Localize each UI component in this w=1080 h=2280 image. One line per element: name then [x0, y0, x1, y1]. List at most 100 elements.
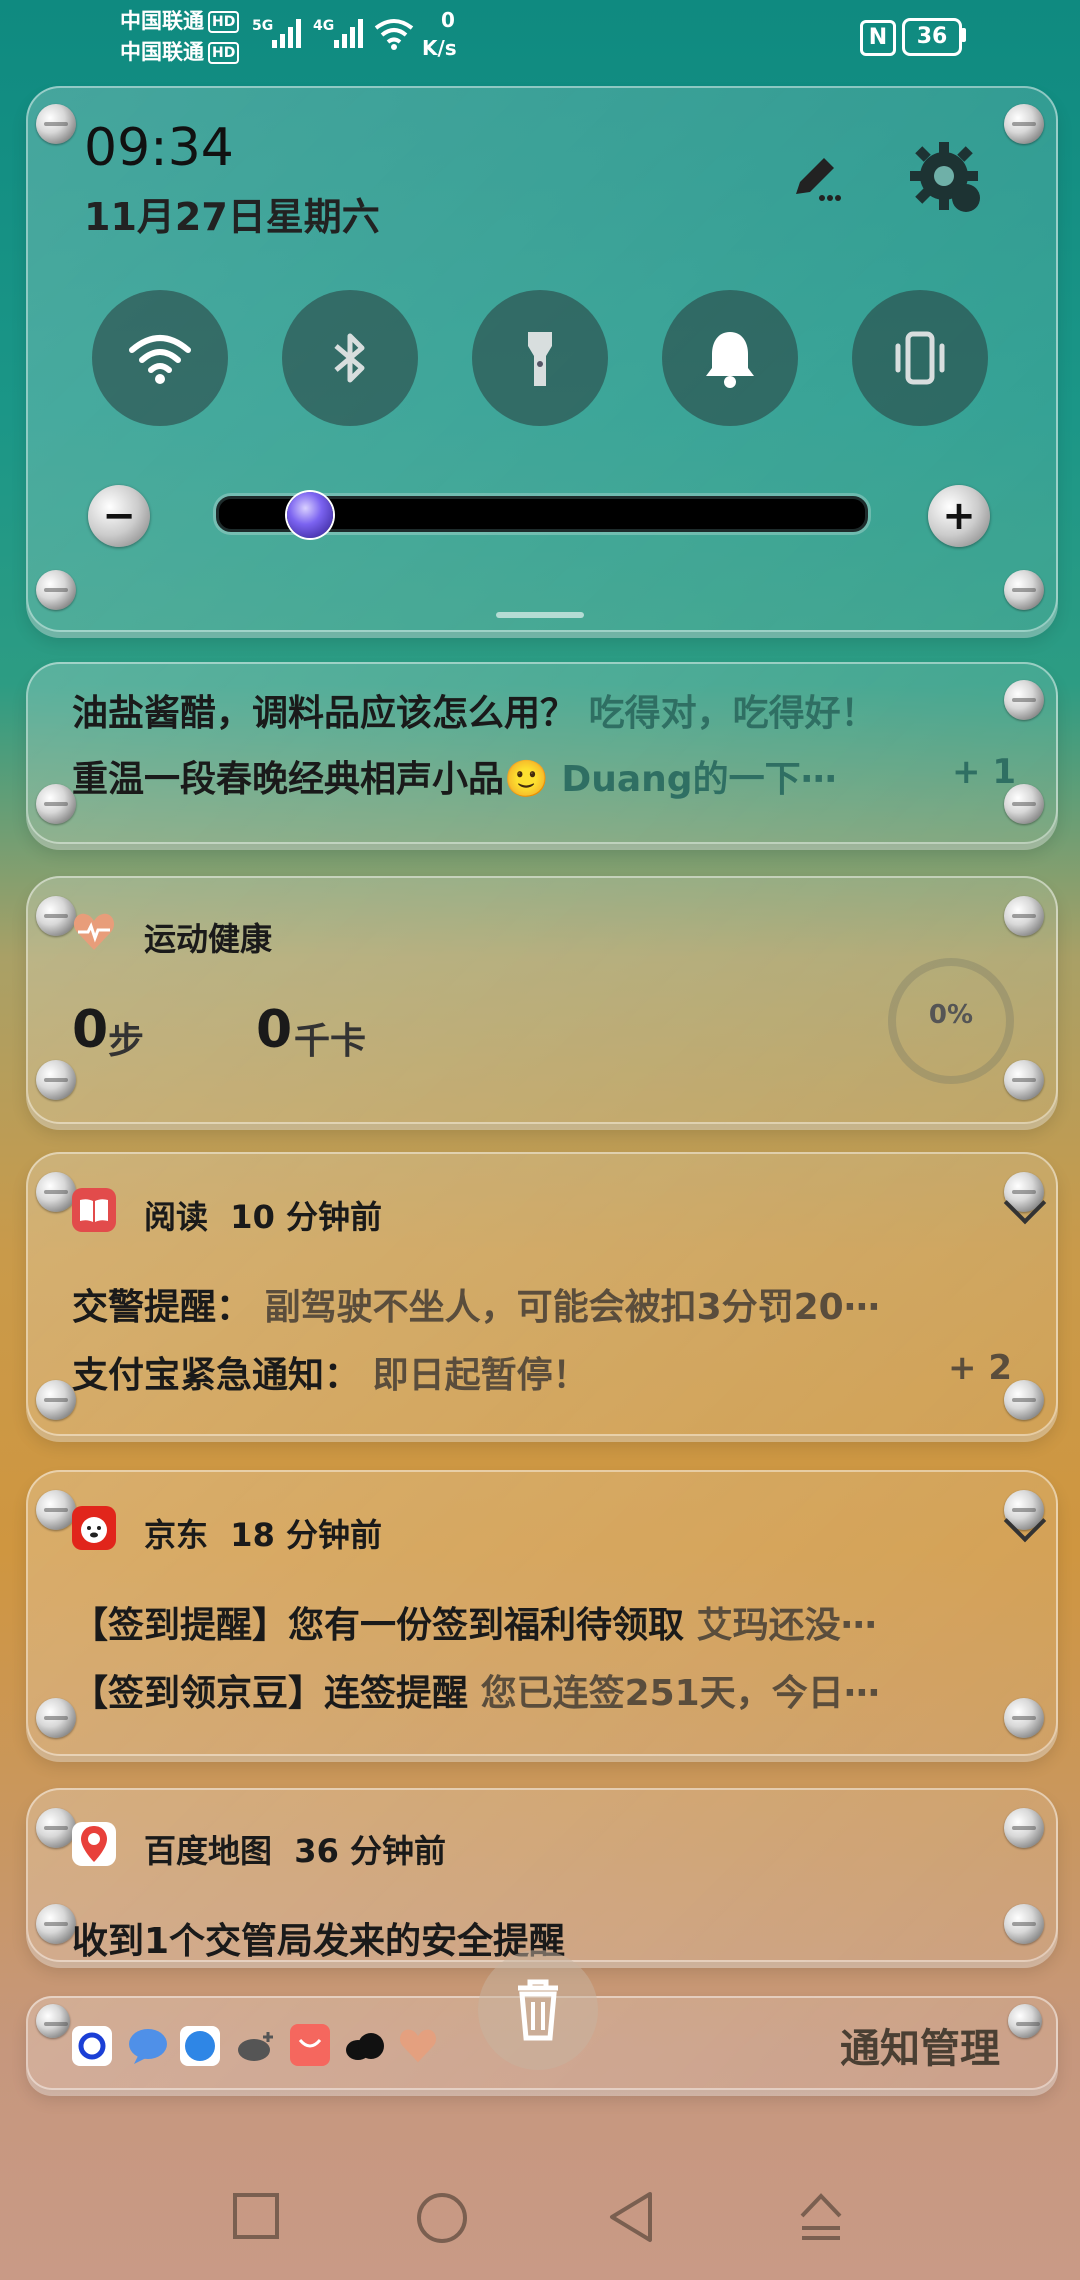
- signal-icon-2: [334, 19, 363, 48]
- steps-value: 0: [72, 1000, 109, 1060]
- book-icon: [80, 1199, 108, 1222]
- map-app-name: 百度地图 36 分钟前: [144, 1826, 446, 1872]
- battery-tip: [961, 28, 966, 42]
- qq-browser-icon[interactable]: [72, 2026, 112, 2066]
- battery-level: 36: [916, 24, 948, 49]
- news-line-1: 油盐酱醋，调料品应该怎么用？ 吃得对，吃得好！: [72, 684, 1032, 736]
- kcal-unit: 千卡: [294, 1021, 367, 1062]
- read-line-2-text: 即日起暂停！: [372, 1355, 589, 1396]
- brightness-increase-button[interactable]: +: [928, 485, 990, 547]
- wifi-status-icon: [374, 19, 414, 50]
- screw-icon: [36, 784, 76, 824]
- home-circle-icon[interactable]: [416, 2192, 468, 2244]
- trash-icon: [518, 1979, 558, 2041]
- screw-icon: [1004, 1808, 1044, 1848]
- screw-icon: [36, 1172, 76, 1212]
- upload-arrow-icon[interactable]: [796, 2190, 846, 2242]
- nfc-icon: N: [860, 20, 896, 56]
- screw-icon: [1004, 104, 1044, 144]
- message-icon[interactable]: [126, 2026, 170, 2066]
- edit-pencil-icon[interactable]: [788, 150, 844, 206]
- jd-line-2: 【签到领京豆】连签提醒 您已连签251天，今日⋯: [72, 1664, 1012, 1716]
- news-line-2-title: 重温一段春晚经典相声小品🙂: [72, 759, 549, 800]
- signal-icon-1: [272, 19, 301, 48]
- battery-icon: 36: [902, 18, 962, 56]
- clock-time: 09:34: [84, 118, 234, 178]
- clock-date: 11月27日星期六: [84, 195, 380, 239]
- brightness-slider-knob[interactable]: [287, 492, 333, 538]
- screw-icon: [36, 2004, 70, 2038]
- screw-icon: [36, 570, 76, 610]
- notification-manage-button[interactable]: 通知管理: [840, 2016, 1000, 2074]
- flashlight-toggle[interactable]: [472, 290, 608, 426]
- bluetooth-icon: [334, 333, 365, 383]
- map-pin-icon: [81, 1826, 107, 1862]
- read-app-name: 阅读 10 分钟前: [144, 1192, 382, 1238]
- clear-all-button[interactable]: [478, 1950, 598, 2070]
- status-bar: 中国联通 HD 中国联通 HD 5G 4G 0 K/s N 36: [0, 0, 1080, 80]
- screw-icon: [1004, 1904, 1044, 1944]
- bluetooth-toggle[interactable]: [282, 290, 418, 426]
- news-line-1-extra: 吃得对，吃得好！: [588, 693, 877, 734]
- carrier-block: 中国联通 HD 中国联通 HD: [120, 6, 240, 68]
- kcal-value: 0: [256, 1000, 293, 1060]
- shopping-bag-icon[interactable]: [290, 2024, 330, 2066]
- recents-square-icon[interactable]: [232, 2192, 280, 2240]
- jd-app-label: 京东: [144, 1516, 209, 1554]
- carrier-2: 中国联通: [120, 40, 204, 64]
- news-line-2-extra: Duang的一下⋯: [561, 759, 837, 800]
- panel-drag-handle[interactable]: [496, 612, 584, 618]
- cloud-dark-icon[interactable]: [344, 2030, 386, 2062]
- ringer-toggle[interactable]: [662, 290, 798, 426]
- map-app-label: 百度地图: [144, 1832, 273, 1870]
- compass-icon[interactable]: [180, 2026, 220, 2066]
- read-count: + 2: [948, 1348, 1012, 1388]
- jd-line-1: 【签到提醒】您有一份签到福利待领取 艾玛还没⋯: [72, 1596, 1012, 1648]
- progress-percent: 0%: [928, 1000, 974, 1030]
- news-line-2: 重温一段春晚经典相声小品🙂 Duang的一下⋯: [72, 750, 932, 802]
- read-line-1-text: 副驾驶不坐人，可能会被扣3分罚20⋯: [264, 1287, 880, 1328]
- vibrate-icon: [895, 331, 945, 385]
- screw-icon: [1004, 570, 1044, 610]
- flashlight-icon: [528, 332, 552, 386]
- wifi-toggle[interactable]: [92, 290, 228, 426]
- screw-icon: [36, 1380, 76, 1420]
- health-title: 运动健康: [144, 920, 273, 958]
- hd-badge-2: HD: [208, 42, 240, 64]
- minus-icon: −: [102, 493, 136, 539]
- baidu-map-app-icon: [72, 1822, 116, 1866]
- jd-app-name: 京东 18 分钟前: [144, 1510, 382, 1556]
- screw-icon: [36, 1060, 76, 1100]
- vibrate-toggle[interactable]: [852, 290, 988, 426]
- screw-icon: [1008, 2004, 1042, 2038]
- news-line-1-title: 油盐酱醋，调料品应该怎么用？: [72, 693, 577, 734]
- heart-icon: [73, 913, 115, 950]
- read-app-icon: [72, 1188, 116, 1232]
- read-line-1: 交警提醒： 副驾驶不坐人，可能会被扣3分罚20⋯: [72, 1278, 1002, 1330]
- hd-badge-1: HD: [208, 11, 240, 33]
- news-count: + 1: [952, 752, 1016, 792]
- bell-icon: [706, 332, 754, 388]
- settings-gear-icon[interactable]: [908, 140, 988, 220]
- screw-icon: [36, 1490, 76, 1530]
- health-heart-icon[interactable]: [398, 2028, 438, 2064]
- jd-dog-icon: [81, 1517, 107, 1543]
- navigation-bar: [0, 2130, 1080, 2280]
- screw-icon: [36, 1904, 76, 1944]
- speed-unit: K/s: [422, 36, 457, 60]
- back-triangle-icon[interactable]: [606, 2190, 656, 2244]
- screw-icon: [36, 896, 76, 936]
- read-line-2: 支付宝紧急通知： 即日起暂停！: [72, 1346, 932, 1398]
- jd-line-1-title: 【签到提醒】您有一份签到福利待领取: [72, 1605, 685, 1646]
- brightness-decrease-button[interactable]: −: [88, 485, 150, 547]
- carrier-1: 中国联通: [120, 9, 204, 33]
- jd-line-2-title: 【签到领京豆】连签提醒: [72, 1673, 469, 1714]
- read-line-1-title: 交警提醒：: [72, 1287, 253, 1328]
- jd-app-icon: [72, 1506, 116, 1550]
- jd-line-2-text: 您已连签251天，今日⋯: [480, 1673, 880, 1714]
- screw-icon: [36, 1698, 76, 1738]
- screw-icon: [1004, 896, 1044, 936]
- cloud-plus-icon[interactable]: [234, 2028, 278, 2064]
- steps-unit: 步: [108, 1021, 145, 1062]
- map-time: 36 分钟前: [294, 1832, 446, 1870]
